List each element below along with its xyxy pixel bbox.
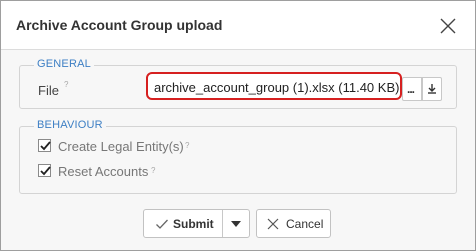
create-legal-entity-label[interactable]: Create Legal Entity(s) [58, 139, 184, 154]
behaviour-section: BEHAVIOUR [19, 119, 457, 194]
create-legal-entity-checkbox[interactable] [38, 139, 51, 152]
reset-accounts-label[interactable]: Reset Accounts [58, 164, 148, 179]
checkmark-icon [40, 166, 51, 176]
submit-button[interactable]: Submit [143, 209, 250, 238]
browse-label: ... [407, 82, 415, 96]
caret-down-icon[interactable] [231, 220, 241, 228]
browse-button[interactable]: ... [402, 77, 422, 101]
file-input[interactable]: archive_account_group (1).xlsx (11.40 KB… [146, 72, 402, 100]
close-icon [267, 218, 279, 230]
download-button[interactable] [422, 77, 442, 101]
submit-label: Submit [173, 217, 214, 231]
file-value: archive_account_group (1).xlsx (11.40 KB… [154, 80, 400, 95]
checkmark-icon [40, 141, 51, 151]
reset-accounts-help-icon[interactable]: ? [151, 166, 155, 175]
dialog-header: Archive Account Group upload [1, 1, 475, 50]
behaviour-legend: BEHAVIOUR [34, 119, 106, 131]
general-legend: GENERAL [34, 58, 94, 70]
file-label: File [38, 83, 59, 98]
submit-separator [222, 210, 223, 237]
check-icon [156, 219, 168, 229]
create-legal-entity-help-icon[interactable]: ? [185, 141, 189, 150]
file-help-icon[interactable]: ? [64, 80, 68, 89]
cancel-button[interactable]: Cancel [256, 209, 331, 238]
download-icon [428, 84, 436, 94]
dialog-title: Archive Account Group upload [16, 17, 223, 33]
close-icon[interactable] [439, 17, 457, 35]
cancel-label: Cancel [286, 217, 324, 231]
reset-accounts-checkbox[interactable] [38, 164, 51, 177]
